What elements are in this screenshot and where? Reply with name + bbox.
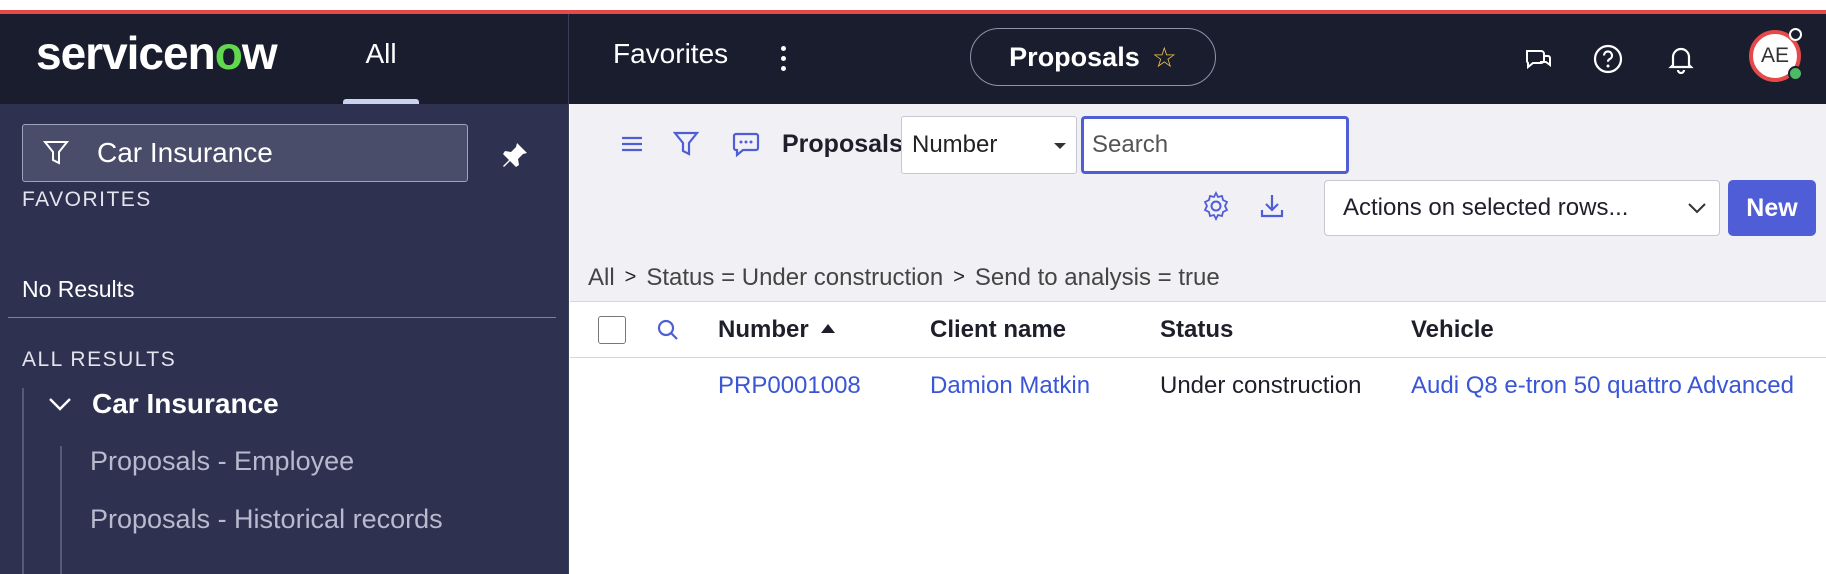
breadcrumb: All > Status = Under construction > Send…	[570, 254, 1826, 302]
navigator-filter-input[interactable]: Car Insurance	[22, 124, 468, 182]
cell-status: Under construction	[1160, 372, 1362, 399]
user-avatar[interactable]: AE	[1749, 28, 1803, 82]
all-results-heading: ALL RESULTS	[22, 348, 177, 371]
header-left: servicenow All	[0, 14, 569, 104]
context-title-pill[interactable]: Proposals ☆	[970, 28, 1216, 86]
cell-vehicle-link[interactable]: Audi Q8 e-tron 50 quattro Advanced	[1411, 372, 1794, 400]
gear-icon[interactable]	[1200, 190, 1232, 222]
column-header-vehicle[interactable]: Vehicle	[1411, 316, 1494, 344]
filter-icon	[43, 141, 69, 165]
presence-ring-icon	[1789, 28, 1802, 41]
tab-favorites[interactable]: Favorites	[613, 38, 728, 70]
chevron-down-icon	[1688, 203, 1706, 214]
filter-value: Car Insurance	[97, 137, 273, 168]
chevron-down-icon	[49, 398, 71, 411]
notification-bell-icon[interactable]	[1664, 42, 1698, 76]
actions-on-selected-rows-select[interactable]: Actions on selected rows...	[1324, 180, 1720, 236]
activity-stream-icon[interactable]	[730, 128, 762, 160]
breadcrumb-status-filter[interactable]: Status = Under construction	[646, 264, 943, 292]
new-button[interactable]: New	[1728, 180, 1816, 236]
tree-children: Proposals - Employee Proposals - Histori…	[60, 446, 443, 574]
breadcrumb-separator: >	[624, 266, 637, 288]
cell-client-name-link[interactable]: Damion Matkin	[930, 372, 1090, 400]
search-field-select[interactable]: Number	[901, 116, 1077, 174]
breadcrumb-separator: >	[953, 266, 965, 288]
more-menu-icon[interactable]	[774, 44, 792, 74]
table-body: PRP0001008 Damion Matkin Under construct…	[570, 358, 1826, 574]
breadcrumb-analysis-filter[interactable]: Send to analysis = true	[975, 264, 1220, 292]
column-header-client-name[interactable]: Client name	[930, 316, 1066, 344]
favorites-heading: FAVORITES	[22, 188, 152, 211]
hamburger-menu-icon[interactable]	[616, 128, 648, 160]
column-label: Number	[718, 316, 809, 343]
results-tree: Car Insurance Proposals - Employee Propo…	[22, 388, 542, 574]
list-title: Proposals	[782, 130, 903, 158]
table-header: Number Client name Status Vehicle	[570, 302, 1826, 358]
list-search-input[interactable]	[1081, 116, 1349, 174]
caret-down-icon	[1054, 143, 1066, 149]
select-all-checkbox[interactable]	[598, 316, 626, 344]
search-icon[interactable]	[652, 314, 684, 346]
download-icon[interactable]	[1256, 190, 1288, 222]
pin-icon[interactable]	[500, 140, 530, 170]
tree-item-proposals-historical[interactable]: Proposals - Historical records	[90, 504, 443, 535]
online-status-icon	[1788, 66, 1803, 81]
app-header: servicenow All Favorites Proposals ☆ AE	[0, 14, 1826, 104]
navigator-sidebar: Car Insurance FAVORITES No Results ALL R…	[0, 104, 569, 574]
sort-ascending-icon	[820, 324, 835, 333]
logo-o: o	[214, 27, 243, 79]
no-results-text: No Results	[22, 276, 135, 302]
logo-text-end: w	[241, 27, 278, 79]
avatar-initials: AE	[1760, 44, 1789, 67]
servicenow-logo[interactable]: servicenow	[36, 26, 278, 80]
help-icon[interactable]	[1591, 42, 1625, 76]
tree-item-label: Car Insurance	[92, 388, 279, 419]
tab-all-label: All	[365, 38, 397, 69]
chat-icon[interactable]	[1521, 42, 1555, 76]
actions-label: Actions on selected rows...	[1343, 194, 1629, 221]
star-icon[interactable]: ☆	[1152, 41, 1177, 74]
tree-item-proposals-employee[interactable]: Proposals - Employee	[90, 446, 354, 477]
search-field-value: Number	[912, 131, 998, 158]
column-header-number[interactable]: Number	[718, 316, 835, 344]
breadcrumb-all[interactable]: All	[588, 264, 615, 292]
sidebar-divider	[8, 317, 556, 318]
cell-number-link[interactable]: PRP0001008	[718, 372, 861, 400]
column-header-status[interactable]: Status	[1160, 316, 1233, 344]
filter-icon[interactable]	[670, 128, 702, 160]
top-border	[0, 0, 1826, 14]
logo-text: servicen	[36, 27, 216, 79]
context-title: Proposals	[1009, 41, 1140, 72]
tree-item-car-insurance[interactable]: Car Insurance	[48, 388, 279, 420]
tab-all[interactable]: All	[343, 38, 419, 104]
